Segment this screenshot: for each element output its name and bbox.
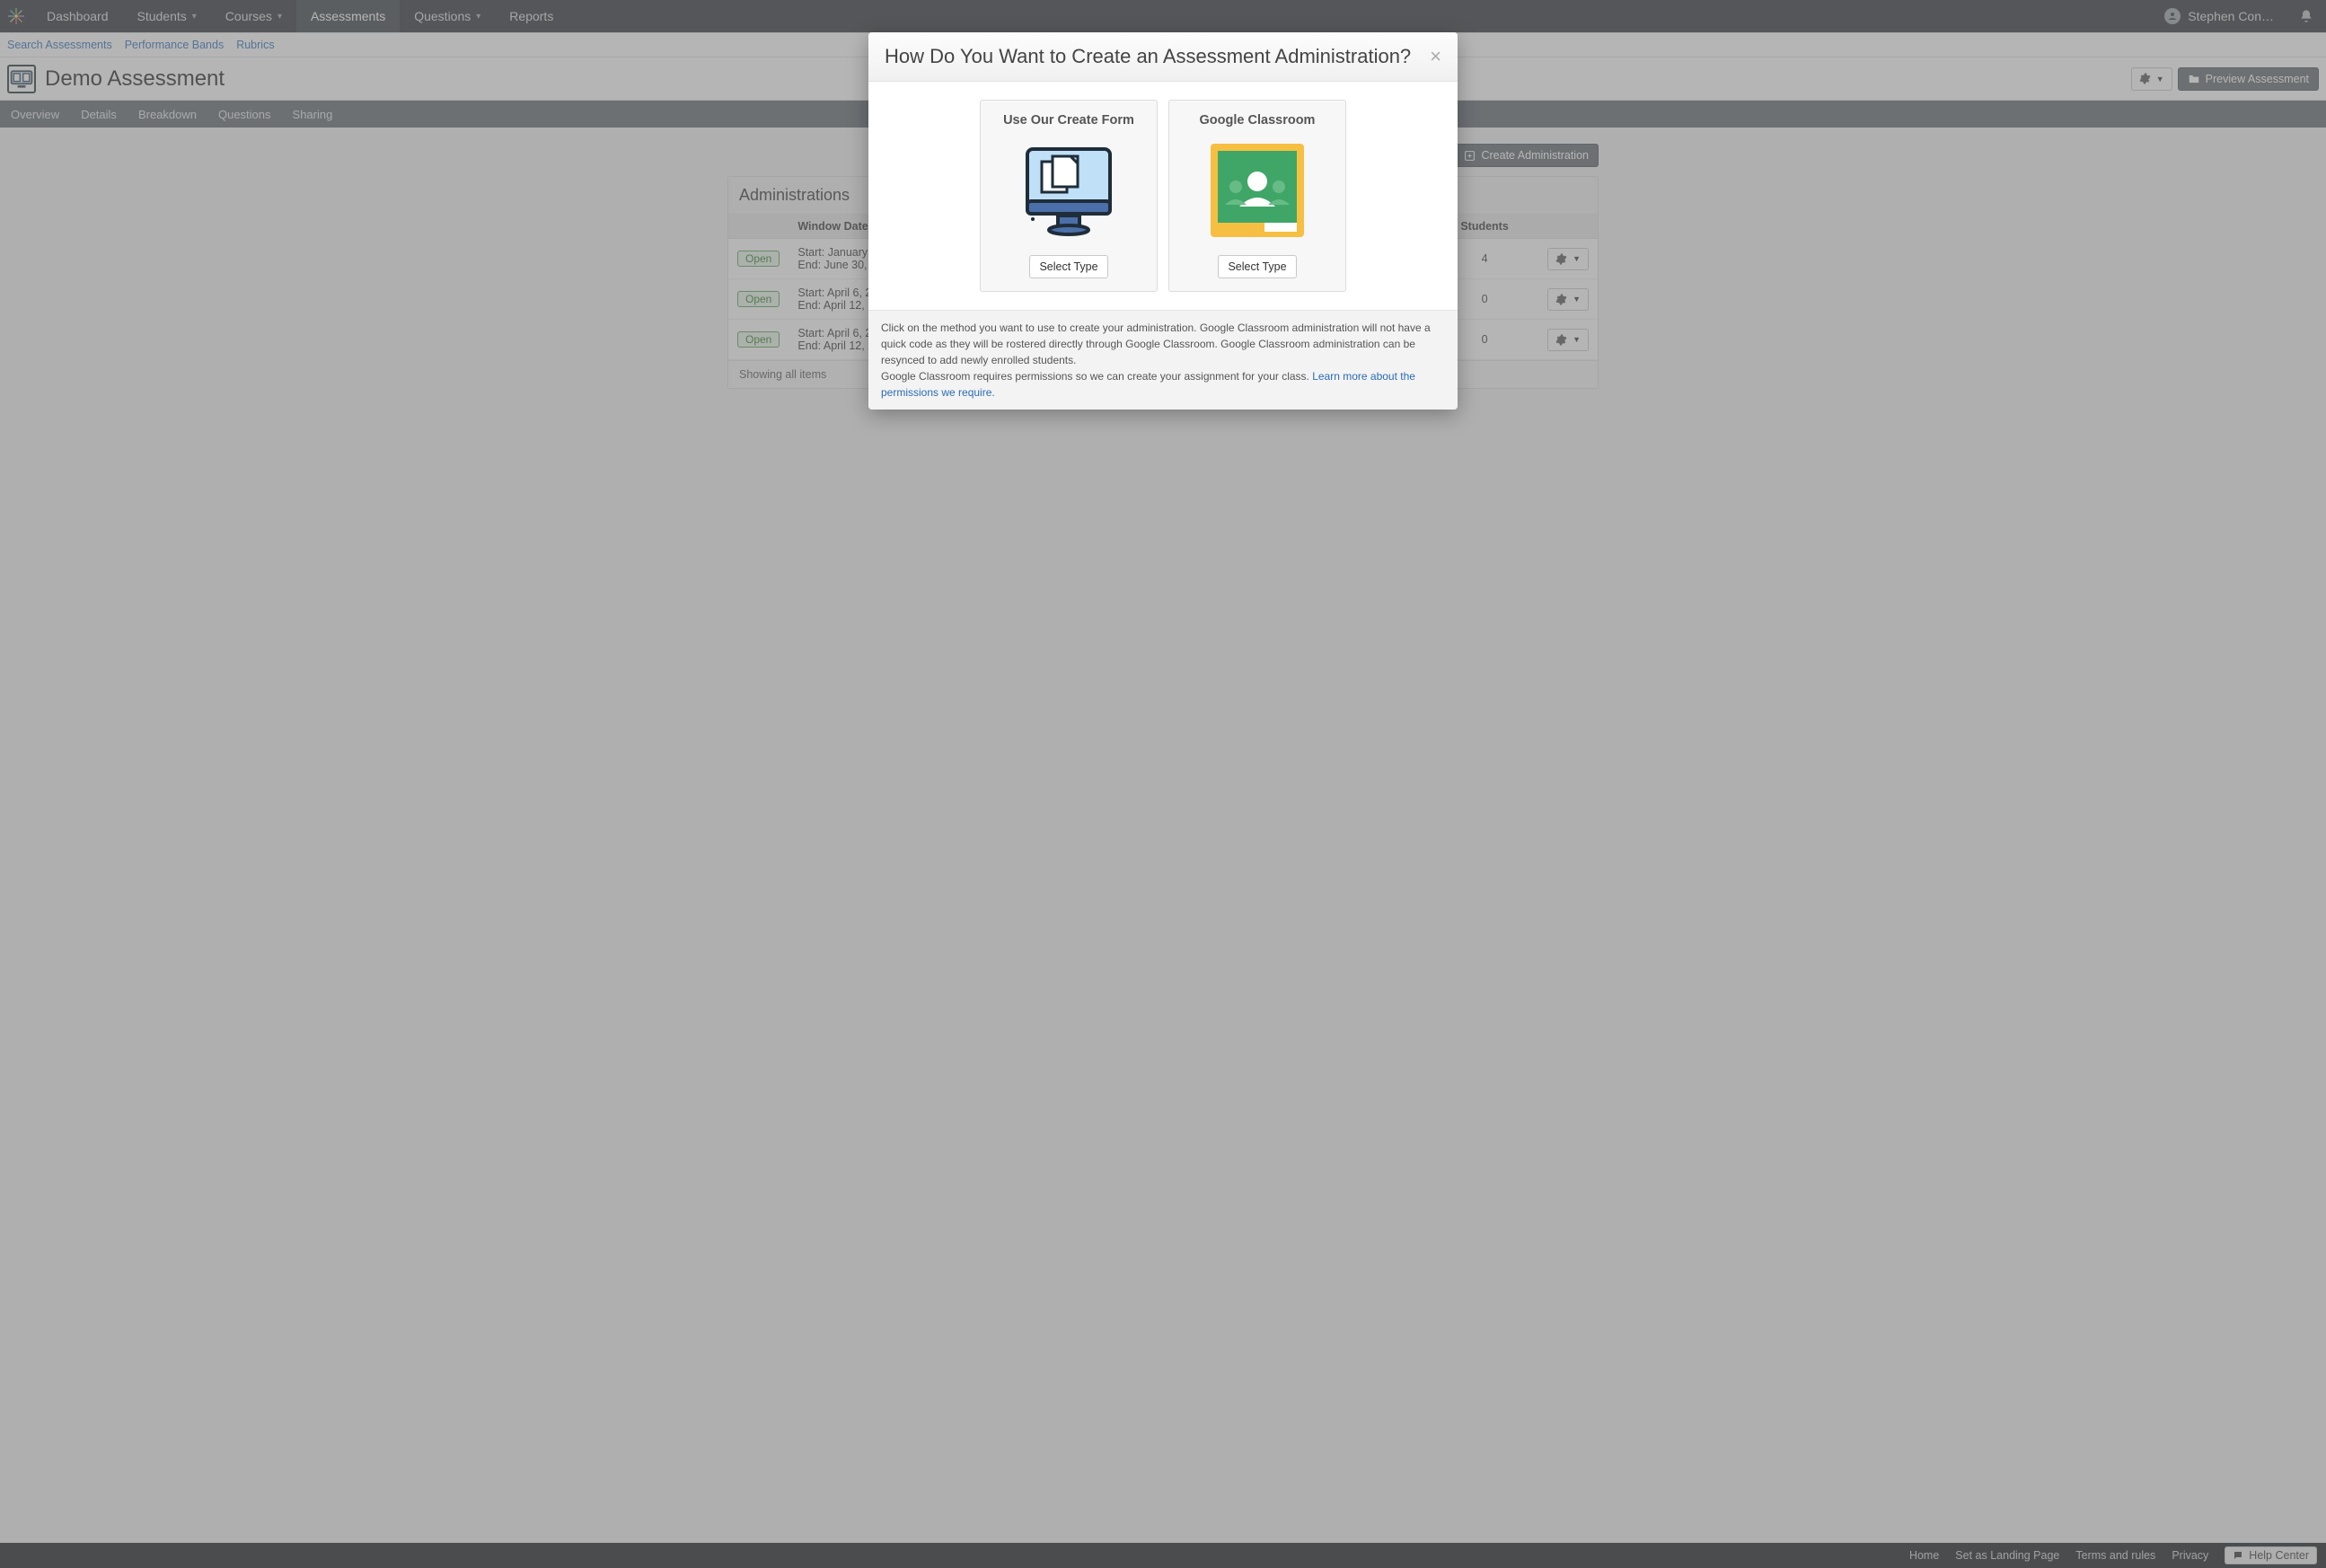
google-classroom-icon — [1203, 137, 1311, 244]
option-create-form: Use Our Create Form — [980, 100, 1158, 292]
modal-footer: Click on the method you want to use to c… — [868, 310, 1458, 410]
modal-footer-line1: Click on the method you want to use to c… — [881, 322, 1431, 366]
modal-close-button[interactable]: × — [1430, 47, 1441, 66]
modal-footer-line2a: Google Classroom requires permissions so… — [881, 370, 1312, 383]
modal-title: How Do You Want to Create an Assessment … — [885, 45, 1411, 68]
close-icon: × — [1430, 45, 1441, 67]
option-google-classroom: Google Classroom Select — [1168, 100, 1346, 292]
modal-overlay: How Do You Want to Create an Assessment … — [0, 0, 2326, 1568]
option-create-form-title: Use Our Create Form — [1003, 113, 1134, 128]
create-administration-modal: How Do You Want to Create an Assessment … — [868, 32, 1458, 410]
select-create-form-button[interactable]: Select Type — [1029, 255, 1107, 278]
select-type-label: Select Type — [1228, 260, 1286, 273]
option-google-classroom-title: Google Classroom — [1200, 113, 1316, 128]
create-form-computer-icon — [1015, 137, 1123, 244]
select-type-label: Select Type — [1039, 260, 1097, 273]
select-google-classroom-button[interactable]: Select Type — [1218, 255, 1296, 278]
